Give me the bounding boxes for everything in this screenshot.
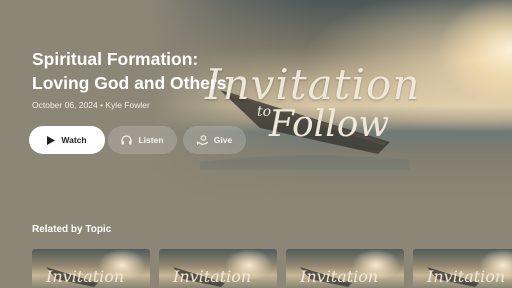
listen-button[interactable]: Listen bbox=[108, 126, 177, 154]
related-item-logo: Invitation bbox=[300, 267, 379, 286]
title-line-2: Loving God and Others bbox=[32, 73, 227, 93]
give-hand-icon bbox=[196, 134, 208, 146]
related-item-logo: Invitation bbox=[173, 267, 252, 286]
listen-label: Listen bbox=[138, 135, 164, 145]
watch-label: Watch bbox=[61, 135, 87, 145]
related-heading: Related by Topic bbox=[32, 224, 112, 235]
related-carousel: Invitation Invitation Invitation Invitat… bbox=[32, 249, 512, 288]
related-item-logo: Invitation bbox=[46, 267, 125, 286]
watch-button[interactable]: Watch bbox=[29, 126, 105, 154]
related-item-logo: Invitation bbox=[427, 267, 506, 286]
related-item[interactable]: Invitation bbox=[32, 249, 150, 288]
sermon-meta: October 06, 2024 • Kyle Fowler bbox=[32, 100, 150, 110]
title-line-1: Spiritual Formation: bbox=[32, 49, 199, 69]
give-button[interactable]: Give bbox=[183, 126, 246, 154]
related-item[interactable]: Invitation bbox=[286, 249, 404, 288]
play-icon bbox=[47, 135, 56, 145]
give-label: Give bbox=[213, 135, 233, 145]
related-item[interactable]: Invitation bbox=[159, 249, 277, 288]
headphones-icon bbox=[121, 135, 133, 145]
related-item[interactable]: Invitation bbox=[413, 249, 512, 288]
page-title: Spiritual Formation: Loving God and Othe… bbox=[32, 47, 262, 95]
series-logo-line3: Follow bbox=[269, 104, 390, 145]
